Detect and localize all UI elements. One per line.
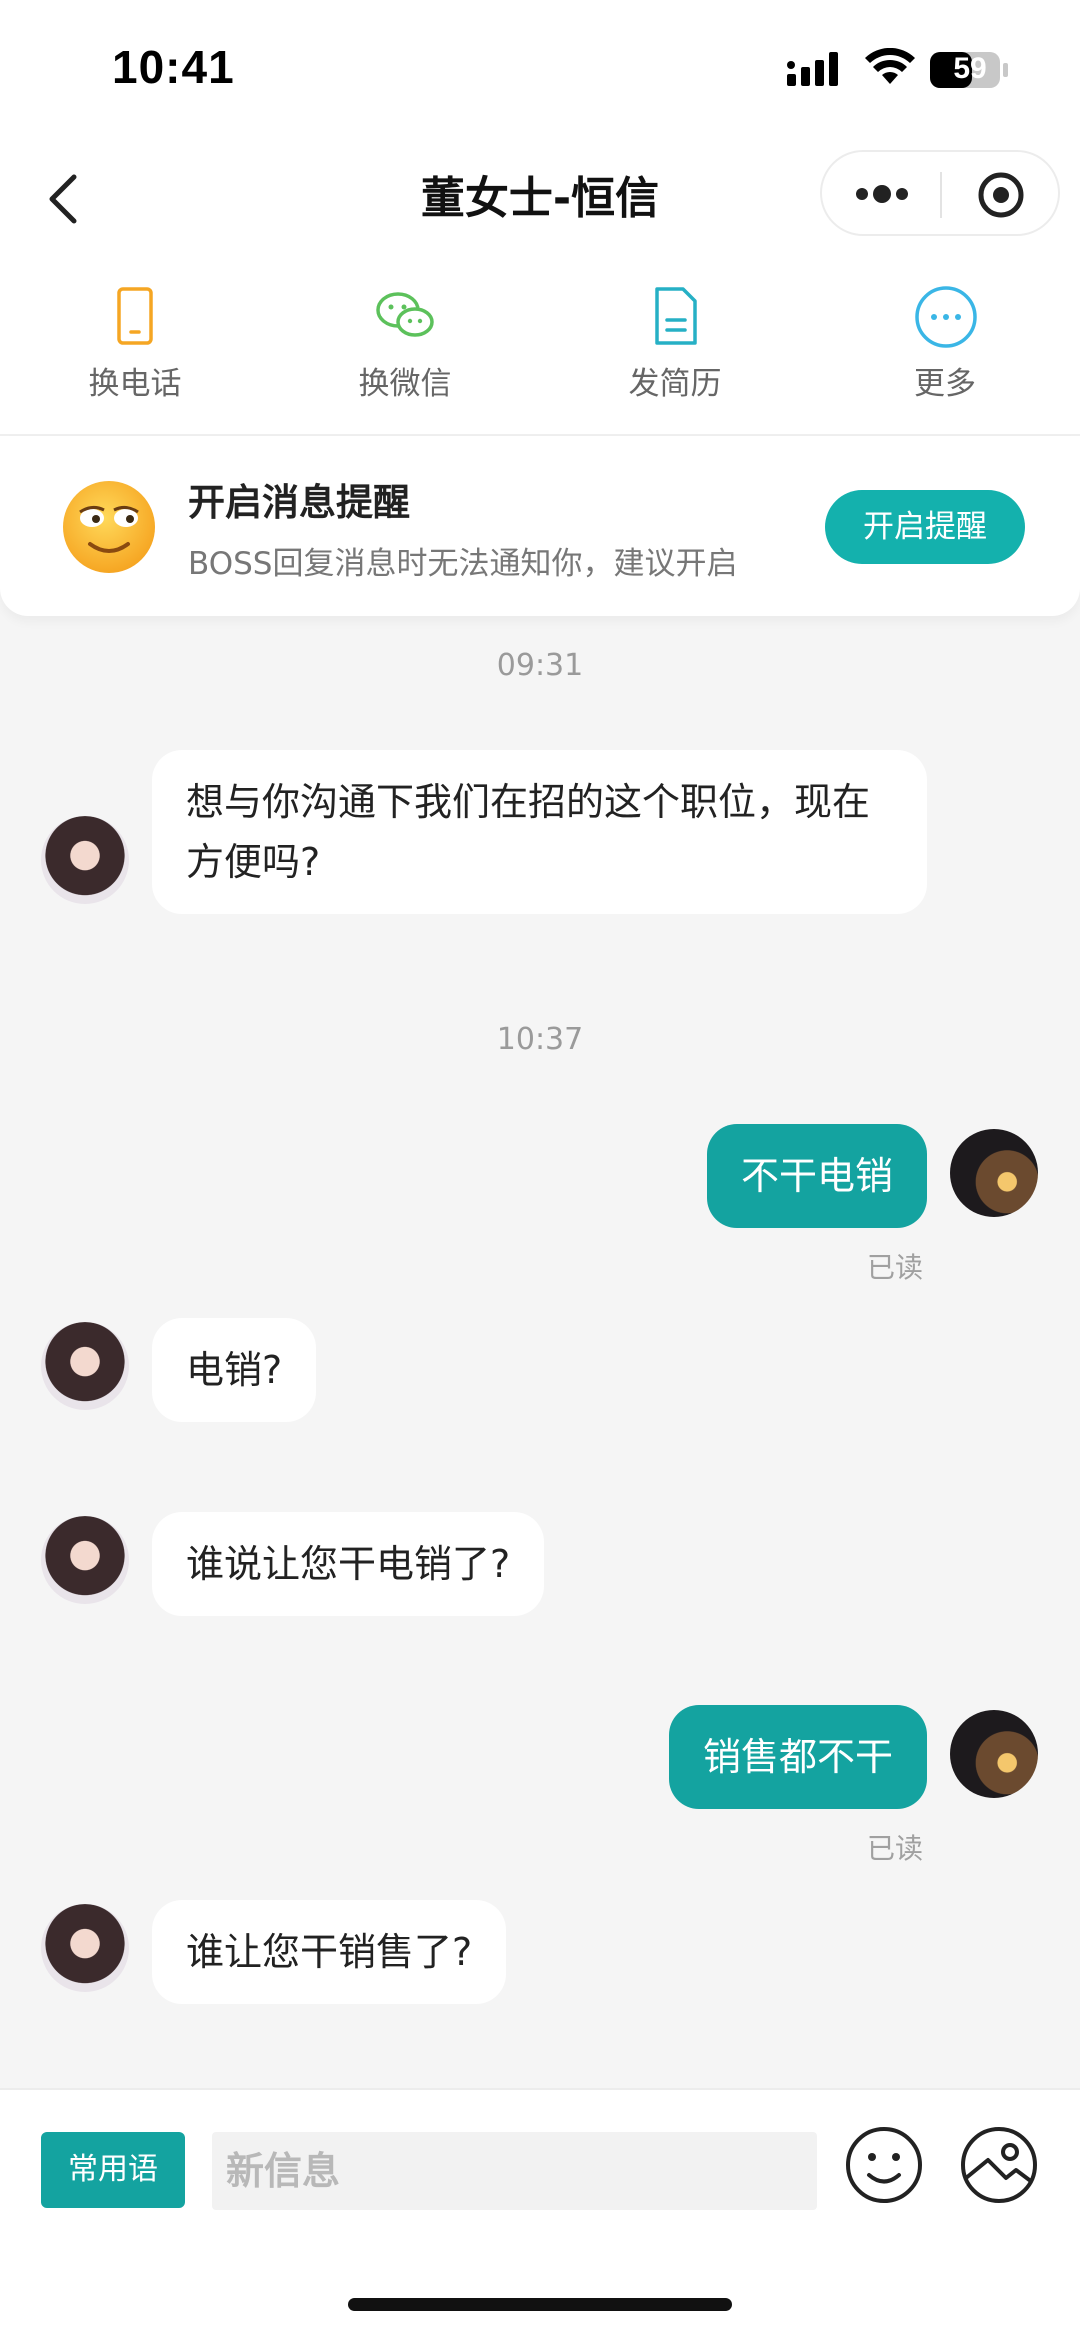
action-label: 换微信 xyxy=(358,366,452,402)
chat-timestamp: 10:37 xyxy=(496,1022,584,1057)
image-icon[interactable] xyxy=(958,2124,1040,2206)
phone-icon xyxy=(117,287,153,345)
action-label: 更多 xyxy=(914,366,976,402)
notification-description: BOSS回复消息时无法通知你，建议开启 xyxy=(188,546,738,582)
recruiter-avatar[interactable] xyxy=(41,1322,129,1410)
more-icon xyxy=(915,286,977,348)
cellular-signal-icon xyxy=(787,52,838,86)
action-label: 发简历 xyxy=(628,366,722,402)
user-avatar[interactable] xyxy=(950,1129,1038,1217)
action-more[interactable]: 更多 xyxy=(855,280,1035,434)
chat-timestamp: 09:31 xyxy=(496,648,584,683)
incoming-message-bubble: 谁说让您干电销了? xyxy=(152,1512,545,1616)
outgoing-message-bubble: 不干电销 xyxy=(706,1124,927,1228)
read-status: 已读 xyxy=(866,1251,923,1284)
action-change-wechat[interactable]: 换微信 xyxy=(315,280,495,434)
navigation-bar: 董女士-恒信 xyxy=(0,140,1080,280)
notification-reminder-card: 开启消息提醒 BOSS回复消息时无法通知你，建议开启 开启提醒 xyxy=(0,436,1080,616)
wifi-icon xyxy=(865,48,915,84)
close-miniapp-icon[interactable] xyxy=(976,170,1026,220)
recruiter-avatar[interactable] xyxy=(41,1904,129,1992)
status-time: 10:41 xyxy=(112,41,235,93)
outgoing-message-bubble: 销售都不干 xyxy=(668,1705,927,1809)
capsule-divider xyxy=(940,172,942,218)
action-label: 换电话 xyxy=(88,366,182,402)
resume-icon xyxy=(655,287,697,345)
common-phrases-button[interactable]: 常用语 xyxy=(41,2132,185,2208)
recruiter-avatar[interactable] xyxy=(41,1516,129,1604)
action-change-phone[interactable]: 换电话 xyxy=(45,280,225,434)
recruiter-avatar[interactable] xyxy=(41,816,129,904)
read-status: 已读 xyxy=(866,1832,923,1865)
user-avatar[interactable] xyxy=(950,1710,1038,1798)
wechat-icon xyxy=(376,292,434,337)
chat-screen: 10:41 59 董女士-恒信 换电话 换微信 发简历 更多 开启消息提醒 BO… xyxy=(0,0,1080,2337)
bottom-safe-area xyxy=(0,2244,1080,2337)
enable-reminder-button[interactable]: 开启提醒 xyxy=(825,490,1025,564)
status-bar: 10:41 59 xyxy=(0,0,1080,140)
action-bar: 换电话 换微信 发简历 更多 xyxy=(0,280,1080,436)
incoming-message-bubble: 电销? xyxy=(152,1318,317,1422)
incoming-message-bubble: 谁让您干销售了? xyxy=(152,1900,507,2004)
smiling-emoji-icon xyxy=(63,481,155,573)
battery-level: 59 xyxy=(953,52,987,85)
message-input-bar: 常用语 xyxy=(0,2088,1080,2246)
miniapp-capsule xyxy=(820,150,1060,236)
message-input[interactable] xyxy=(212,2132,817,2210)
action-send-resume[interactable]: 发简历 xyxy=(585,280,765,434)
home-indicator[interactable] xyxy=(348,2298,732,2311)
notification-title: 开启消息提醒 xyxy=(188,481,410,524)
emoji-icon[interactable] xyxy=(843,2124,925,2206)
more-dots-icon[interactable] xyxy=(854,182,910,206)
incoming-message-bubble: 想与你沟通下我们在招的这个职位，现在方便吗? xyxy=(152,750,927,914)
